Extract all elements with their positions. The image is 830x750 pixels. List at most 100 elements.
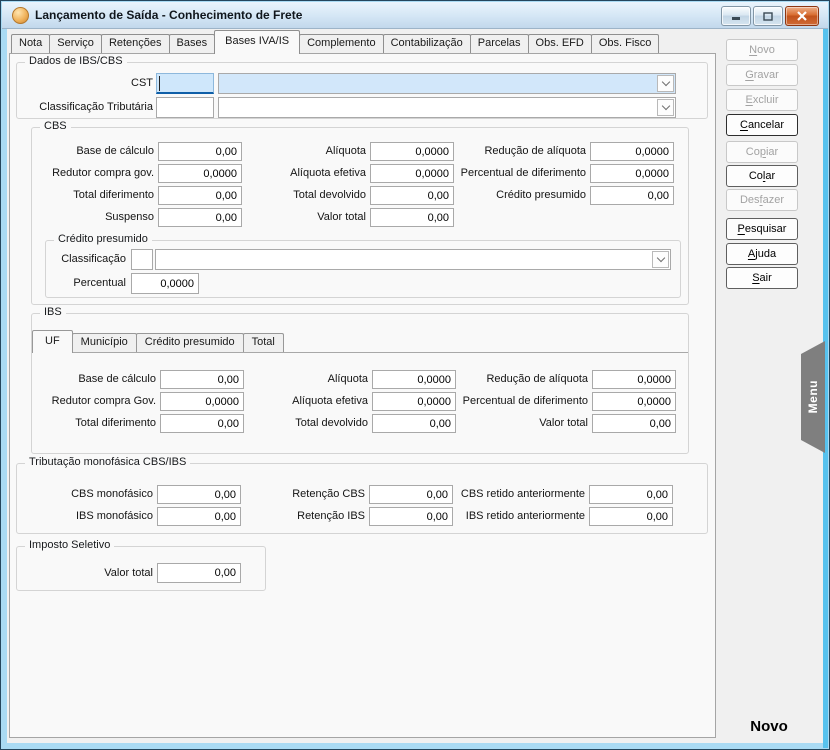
- cbs-redutor-compra-gov-input[interactable]: 0,0000: [158, 164, 242, 183]
- titlebar[interactable]: Lançamento de Saída - Conhecimento de Fr…: [2, 2, 828, 29]
- menu-tab-label: Menu: [806, 380, 820, 414]
- desfazer-button[interactable]: Desfazer: [726, 189, 798, 211]
- field-label: Alíquota: [325, 145, 366, 157]
- ibs-total-diferimento-input[interactable]: 0,00: [160, 414, 244, 433]
- ibs-tab-credito-presumido[interactable]: Crédito presumido: [135, 333, 244, 352]
- field-label: IBS retido anteriormente: [465, 510, 585, 522]
- cbs-credito-presumido-input[interactable]: 0,00: [590, 186, 674, 205]
- ibs-retido-anteriormente-input[interactable]: 0,00: [589, 507, 673, 526]
- minimize-icon: [732, 17, 740, 20]
- ibs-fields: Base de cálculo 0,00 Alíquota 0,0000 Red…: [38, 370, 676, 433]
- cst-combo[interactable]: [218, 73, 676, 94]
- classificacao-tributaria-code-input[interactable]: [156, 97, 214, 118]
- cbs-total-devolvido-input[interactable]: 0,00: [370, 186, 454, 205]
- field-label: Valor total: [317, 211, 366, 223]
- sair-button[interactable]: Sair: [726, 267, 798, 289]
- group-cbs: CBS Base de cálculo 0,00 Alíquota 0,0000…: [31, 120, 689, 305]
- field-label: IBS monofásico: [75, 510, 153, 522]
- ibs-tab-municipio[interactable]: Município: [71, 333, 137, 352]
- maximize-button[interactable]: [753, 6, 783, 26]
- cbs-monofasico-input[interactable]: 0,00: [157, 485, 241, 504]
- cbs-total-diferimento-input[interactable]: 0,00: [158, 186, 242, 205]
- colar-button[interactable]: Colar: [726, 165, 798, 187]
- chevron-down-icon[interactable]: [657, 99, 674, 116]
- cbs-aliquota-input[interactable]: 0,0000: [370, 142, 454, 161]
- tab-bases[interactable]: Bases: [168, 34, 216, 53]
- field-label: Redução de alíquota: [486, 373, 588, 385]
- ibs-aliquota-input[interactable]: 0,0000: [372, 370, 456, 389]
- ibs-reducao-de-aliquota-input[interactable]: 0,0000: [592, 370, 676, 389]
- group-title: Dados de IBS/CBS: [25, 55, 127, 67]
- tab-contabilizacao[interactable]: Contabilização: [382, 34, 471, 53]
- chevron-down-icon[interactable]: [657, 75, 674, 92]
- close-button[interactable]: [785, 6, 819, 26]
- monofasica-fields: CBS monofásico 0,00 Retenção CBS 0,00 CB…: [21, 485, 673, 526]
- ajuda-button[interactable]: Ajuda: [726, 243, 798, 265]
- credito-presumido-classificacao-code-input[interactable]: [131, 249, 153, 270]
- field-label: Alíquota: [327, 373, 368, 385]
- field-label: Percentual de diferimento: [462, 395, 588, 407]
- classificacao-tributaria-combo[interactable]: [218, 97, 676, 118]
- ibs-percentual-de-diferimento-input[interactable]: 0,0000: [592, 392, 676, 411]
- minimize-button[interactable]: [721, 6, 751, 26]
- cst-code-input[interactable]: [156, 73, 214, 94]
- group-imposto-seletivo: Imposto Seletivo Valor total 0,00: [16, 539, 266, 591]
- tab-bases-iva-is[interactable]: Bases IVA/IS: [214, 30, 301, 54]
- close-icon: [797, 11, 807, 21]
- cbs-aliquota-efetiva-input[interactable]: 0,0000: [370, 164, 454, 183]
- field-label: Retenção CBS: [292, 488, 365, 500]
- cbs-suspenso-input[interactable]: 0,00: [158, 208, 242, 227]
- ibs-total-devolvido-input[interactable]: 0,00: [372, 414, 456, 433]
- cbs-reducao-de-aliquota-input[interactable]: 0,0000: [590, 142, 674, 161]
- field-label: Percentual de diferimento: [460, 167, 586, 179]
- tab-complemento[interactable]: Complemento: [299, 34, 384, 53]
- ibs-aliquota-efetiva-input[interactable]: 0,0000: [372, 392, 456, 411]
- cbs-retido-anteriormente-input[interactable]: 0,00: [589, 485, 673, 504]
- field-label: Classificação: [61, 253, 126, 265]
- dialog-client-area: Nota Serviço Retenções Bases Bases IVA/I…: [7, 29, 823, 743]
- cbs-base-de-calculo-input[interactable]: 0,00: [158, 142, 242, 161]
- pesquisar-button[interactable]: Pesquisar: [726, 218, 798, 240]
- gravar-button[interactable]: Gravar: [726, 64, 798, 86]
- field-label: Alíquota efetiva: [290, 167, 366, 179]
- ibs-valor-total-input[interactable]: 0,00: [592, 414, 676, 433]
- cbs-percentual-de-diferimento-input[interactable]: 0,0000: [590, 164, 674, 183]
- seletivo-valor-total-input[interactable]: 0,00: [157, 563, 241, 583]
- retencao-ibs-input[interactable]: 0,00: [369, 507, 453, 526]
- group-title: Crédito presumido: [54, 233, 152, 245]
- menu-tab[interactable]: Menu: [801, 341, 825, 453]
- tab-obs-efd[interactable]: Obs. EFD: [527, 34, 592, 53]
- excluir-button[interactable]: Excluir: [726, 89, 798, 111]
- main-tab-strip: Nota Serviço Retenções Bases Bases IVA/I…: [11, 30, 660, 54]
- ibs-monofasico-input[interactable]: 0,00: [157, 507, 241, 526]
- tab-servico[interactable]: Serviço: [49, 34, 102, 53]
- ibs-tab-total[interactable]: Total: [242, 333, 284, 352]
- group-title: IBS: [40, 306, 66, 318]
- field-label: Redutor compra gov.: [52, 167, 154, 179]
- tab-parcelas[interactable]: Parcelas: [469, 34, 529, 53]
- group-ibs: IBS UF Município Crédito presumido Total…: [31, 306, 689, 454]
- field-label: CST: [131, 77, 153, 89]
- field-label: Valor total: [104, 567, 153, 579]
- field-label: Total diferimento: [75, 417, 156, 429]
- copiar-button[interactable]: Copiar: [726, 141, 798, 163]
- chevron-down-icon[interactable]: [652, 251, 669, 268]
- ibs-redutor-compra-gov-input[interactable]: 0,0000: [160, 392, 244, 411]
- tab-nota[interactable]: Nota: [11, 34, 51, 53]
- ibs-tab-uf[interactable]: UF: [32, 330, 73, 353]
- credito-presumido-classificacao-combo[interactable]: [155, 249, 671, 270]
- ibs-base-de-calculo-input[interactable]: 0,00: [160, 370, 244, 389]
- credito-presumido-percentual-input[interactable]: 0,0000: [131, 273, 199, 294]
- cancelar-button[interactable]: Cancelar: [726, 114, 798, 136]
- window: Lançamento de Saída - Conhecimento de Fr…: [0, 0, 830, 750]
- group-title: Tributação monofásica CBS/IBS: [25, 456, 191, 468]
- tab-obs-fisco[interactable]: Obs. Fisco: [590, 34, 660, 53]
- window-controls: [721, 6, 819, 26]
- tab-retencoes[interactable]: Retenções: [100, 34, 170, 53]
- novo-button[interactable]: Novo: [726, 39, 798, 61]
- cbs-valor-total-input[interactable]: 0,00: [370, 208, 454, 227]
- field-label: Suspenso: [105, 211, 154, 223]
- field-label: Redutor compra Gov.: [51, 395, 156, 407]
- field-label: Base de cálculo: [78, 373, 156, 385]
- retencao-cbs-input[interactable]: 0,00: [369, 485, 453, 504]
